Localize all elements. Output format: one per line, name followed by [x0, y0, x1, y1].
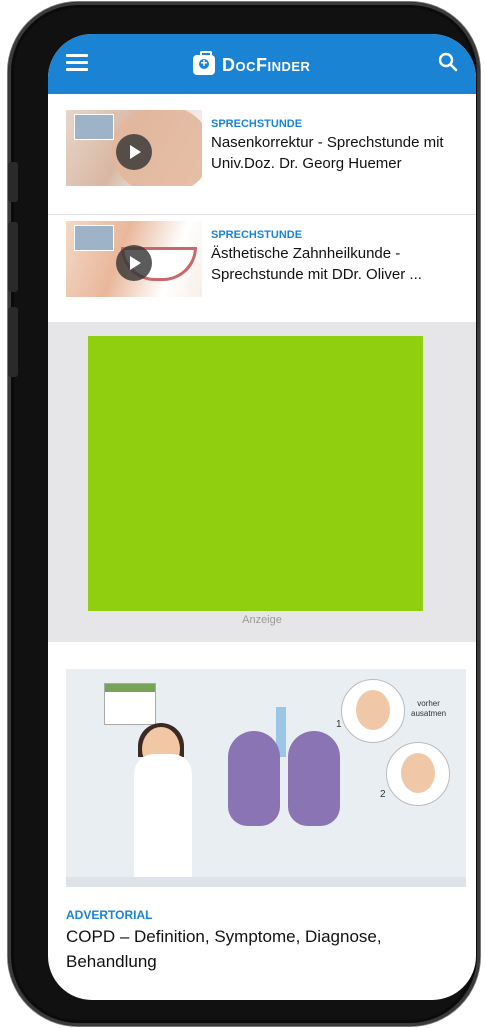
- volume-up-button: [8, 222, 18, 292]
- lung-right-illustration: [288, 731, 340, 826]
- app-name: DocFinder: [222, 54, 311, 75]
- video-thumbnail[interactable]: [66, 110, 202, 186]
- mute-switch: [8, 162, 18, 202]
- step-number: 1: [336, 719, 342, 730]
- top-bar: DocFinder: [48, 34, 476, 94]
- ad-label: Anzeige: [242, 614, 282, 626]
- video-category: SPRECHSTUNDE: [211, 229, 303, 241]
- floor: [66, 877, 466, 887]
- ad-banner[interactable]: [88, 336, 423, 611]
- ad-container: Anzeige: [48, 322, 476, 642]
- hamburger-icon[interactable]: [66, 54, 88, 72]
- video-list-item[interactable]: SPRECHSTUNDE Ästhetische Zahnheilkunde -…: [48, 214, 476, 317]
- video-title[interactable]: Ästhetische Zahnheilkunde - Sprechstunde…: [211, 243, 466, 285]
- breathing-instruction: vorher ausatmen: [411, 699, 447, 718]
- phone-frame: DocFinder SPRECHSTUNDE Nasenkorrektur - …: [8, 2, 480, 1026]
- step-number: 2: [380, 789, 386, 800]
- patient-bubble-1: [341, 679, 405, 743]
- volume-down-button: [8, 307, 18, 377]
- search-icon[interactable]: [438, 52, 458, 72]
- doctor-coat: [134, 754, 192, 882]
- video-category: SPRECHSTUNDE: [211, 118, 303, 130]
- medical-bag-icon: [193, 51, 215, 75]
- patient-bubble-2: [386, 742, 450, 806]
- calendar-icon: [104, 683, 156, 725]
- article-category: ADVERTORIAL: [66, 908, 153, 922]
- video-thumbnail[interactable]: [66, 221, 202, 297]
- play-icon[interactable]: [116, 134, 152, 170]
- app-logo[interactable]: DocFinder: [193, 50, 310, 80]
- doctor-inset-image: [74, 225, 114, 251]
- article-image[interactable]: 1 2 vorher ausatmen: [66, 669, 466, 887]
- doctor-inset-image: [74, 114, 114, 140]
- play-icon[interactable]: [116, 245, 152, 281]
- lung-left-illustration: [228, 731, 280, 826]
- video-title[interactable]: Nasenkorrektur - Sprechstunde mit Univ.D…: [211, 132, 466, 174]
- app-screen: DocFinder SPRECHSTUNDE Nasenkorrektur - …: [48, 34, 476, 1000]
- video-list-item[interactable]: SPRECHSTUNDE Nasenkorrektur - Sprechstun…: [48, 104, 476, 206]
- article-title[interactable]: COPD – Definition, Symptome, Diagnose, B…: [66, 924, 466, 974]
